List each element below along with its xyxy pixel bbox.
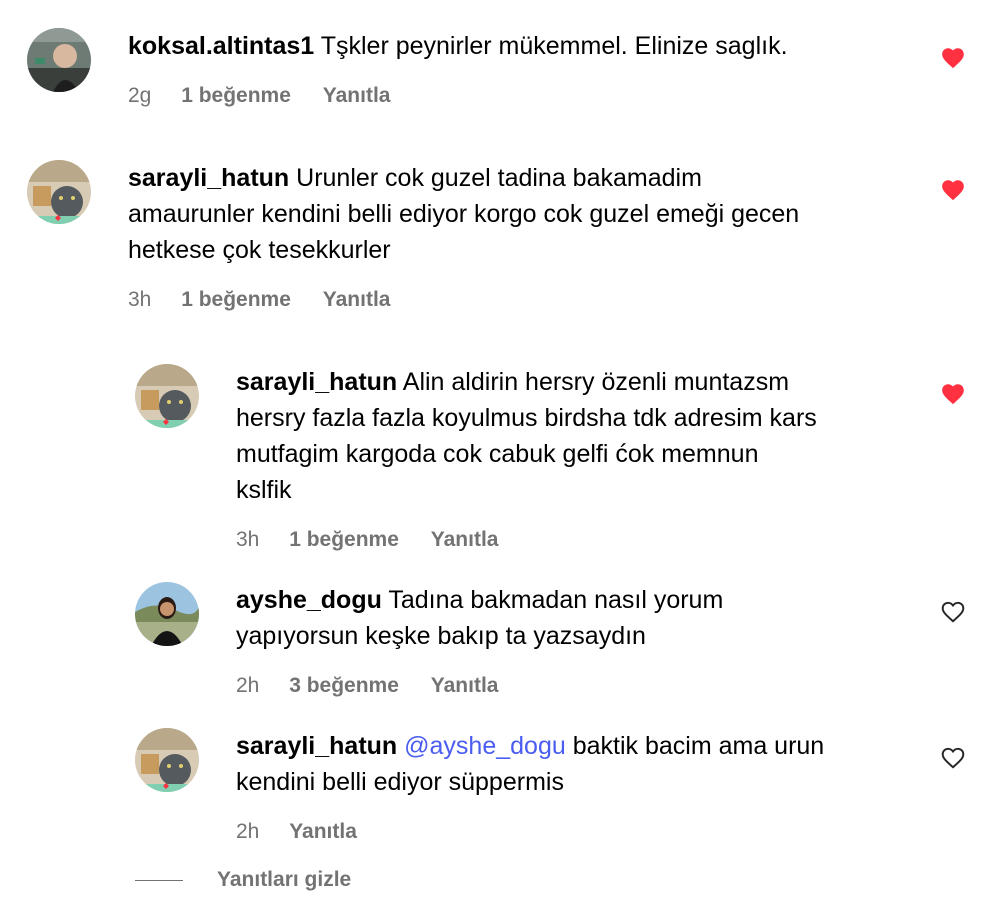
username-link[interactable]: ayshe_dogu [236, 586, 382, 614]
heart-outline-icon[interactable] [940, 599, 966, 625]
comment-meta: 3h 1 beğenme Yanıtla [128, 286, 390, 314]
avatar-image [27, 28, 91, 92]
heart-filled-icon[interactable] [940, 45, 966, 71]
comment-line: hersry fazla fazla koyulmus birdsha tdk … [236, 404, 817, 432]
mention-link[interactable]: @ayshe_dogu [404, 732, 566, 760]
comment-line: kendini belli ediyor süppermis [236, 768, 564, 796]
comment-line: sarayli_hatun @ayshe_dogu baktik bacim a… [236, 728, 926, 764]
reply-button[interactable]: Yanıtla [431, 526, 499, 554]
avatar[interactable] [135, 364, 199, 428]
heart-filled-icon[interactable] [940, 381, 966, 407]
comment-line: amaurunler kendini belli ediyor korgo co… [128, 200, 800, 228]
reply-text: sarayli_hatun @ayshe_dogu baktik bacim a… [236, 728, 926, 800]
username-link[interactable]: koksal.altintas1 [128, 32, 314, 60]
timestamp: 2g [128, 84, 152, 107]
comment-meta: 2h Yanıtla [236, 818, 357, 846]
hide-replies-label: Yanıtları gizle [217, 868, 352, 891]
username-link[interactable]: sarayli_hatun [236, 732, 397, 760]
comment-text: koksal.altintas1 Tşkler peynirler mükemm… [128, 28, 918, 64]
comment-text: sarayli_hatun Urunler cok guzel tadina b… [128, 160, 918, 268]
likes-count[interactable]: 1 beğenme [181, 286, 291, 314]
likes-count[interactable]: 1 beğenme [181, 82, 291, 110]
username-link[interactable]: sarayli_hatun [128, 164, 289, 192]
comment-body: Tadına bakmadan nasıl yorum [388, 586, 724, 614]
likes-count[interactable]: 1 beğenme [289, 526, 399, 554]
avatar[interactable] [27, 160, 91, 224]
reply-text: sarayli_hatun Alin aldirin hersry özenli… [236, 364, 926, 508]
timestamp: 2h [236, 674, 260, 697]
comment-line: sarayli_hatun Urunler cok guzel tadina b… [128, 160, 918, 196]
reply-button[interactable]: Yanıtla [289, 818, 357, 846]
comment-line: kslfik [236, 476, 292, 504]
comment-line: mutfagim kargoda cok cabuk gelfi ćok mem… [236, 440, 759, 468]
likes-count[interactable]: 3 beğenme [289, 672, 399, 700]
avatar-image [27, 160, 91, 224]
avatar[interactable] [135, 728, 199, 792]
timestamp: 3h [236, 528, 260, 551]
heart-filled-icon[interactable] [940, 177, 966, 203]
comment-body: Tşkler peynirler mükemmel. Elinize saglı… [320, 32, 788, 60]
reply-text: ayshe_dogu Tadına bakmadan nasıl yorum y… [236, 582, 926, 654]
reply-button[interactable]: Yanıtla [323, 82, 391, 110]
avatar-image [135, 582, 199, 646]
comment-line: yapıyorsun keşke bakıp ta yazsaydın [236, 622, 646, 650]
comment-meta: 2g 1 beğenme Yanıtla [128, 82, 390, 110]
comment-line: hetkese çok tesekkurler [128, 236, 391, 264]
avatar[interactable] [135, 582, 199, 646]
timestamp: 3h [128, 288, 152, 311]
comment-line: ayshe_dogu Tadına bakmadan nasıl yorum [236, 582, 926, 618]
comment-body: baktik bacim ama urun [572, 732, 825, 760]
comment-line: sarayli_hatun Alin aldirin hersry özenli… [236, 364, 926, 400]
avatar-image [135, 728, 199, 792]
reply-button[interactable]: Yanıtla [431, 672, 499, 700]
timestamp: 2h [236, 820, 260, 843]
comment-meta: 3h 1 beğenme Yanıtla [236, 526, 498, 554]
divider-line [135, 880, 183, 881]
heart-outline-icon[interactable] [940, 745, 966, 771]
avatar-image [135, 364, 199, 428]
reply-button[interactable]: Yanıtla [323, 286, 391, 314]
username-link[interactable]: sarayli_hatun [236, 368, 397, 396]
comment-meta: 2h 3 beğenme Yanıtla [236, 672, 498, 700]
avatar[interactable] [27, 28, 91, 92]
comment-body: Urunler cok guzel tadina bakamadim [296, 164, 702, 192]
comment-body: Alin aldirin hersry özenli muntazsm [402, 368, 790, 396]
